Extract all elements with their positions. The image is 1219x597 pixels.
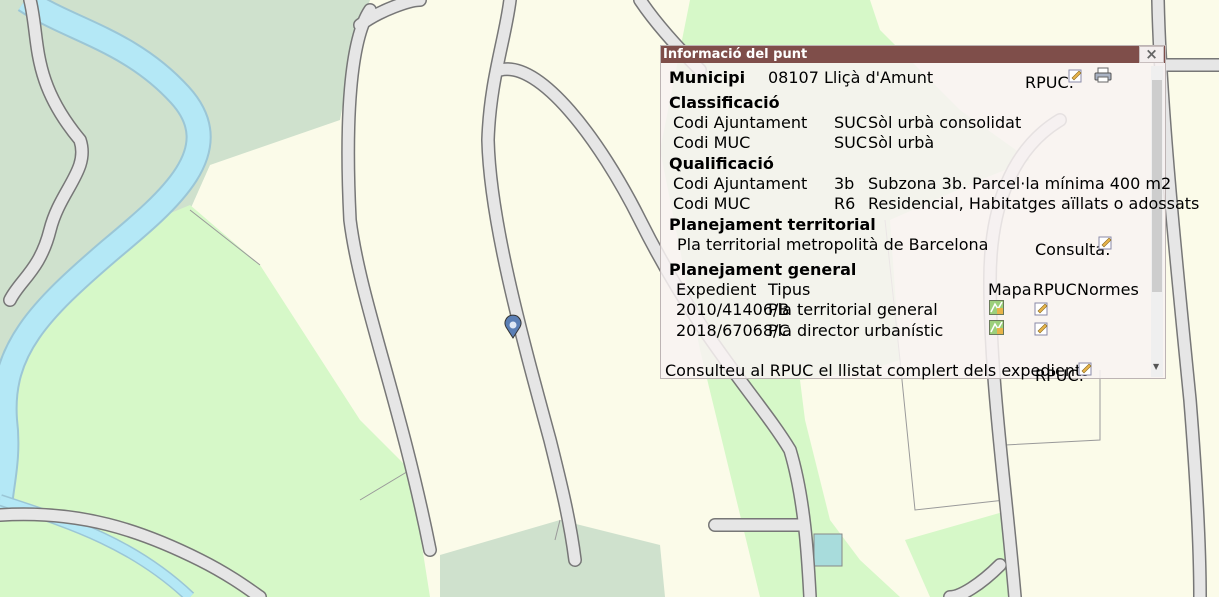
column-header-tipus: Tipus bbox=[768, 280, 811, 299]
municipi-value: 08107 Lliçà d'Amunt bbox=[768, 68, 934, 87]
qualificacio-row-label: Codi MUC bbox=[673, 194, 751, 213]
qualificacio-row-code: R6 bbox=[834, 194, 856, 213]
column-header-normes: Normes bbox=[1077, 280, 1139, 299]
territorial-heading: Planejament territorial bbox=[669, 215, 876, 234]
column-header-expedient: Expedient bbox=[676, 280, 757, 299]
qualificacio-row-label: Codi Ajuntament bbox=[673, 174, 808, 193]
edit-icon[interactable] bbox=[1098, 235, 1113, 250]
edit-icon[interactable] bbox=[1068, 68, 1083, 83]
edit-icon[interactable] bbox=[1034, 301, 1049, 316]
edit-icon[interactable] bbox=[1078, 361, 1093, 376]
qualificacio-row-desc: Subzona 3b. Parcel·la mínima 400 m2 bbox=[868, 174, 1172, 193]
footer-rpuc-label: RPUC: bbox=[1035, 366, 1085, 385]
footer-text: Consulteu al RPUC el llistat complert de… bbox=[665, 361, 1090, 380]
classificacio-row-label: Codi Ajuntament bbox=[673, 113, 808, 132]
tipus-cell: Pla director urbanístic bbox=[768, 321, 944, 340]
classificacio-row-desc: Sòl urbà bbox=[868, 133, 935, 152]
water-pond bbox=[813, 533, 843, 567]
qualificacio-row-code: 3b bbox=[834, 174, 855, 193]
classificacio-row-desc: Sòl urbà consolidat bbox=[868, 113, 1022, 132]
municipi-label: Municipi bbox=[669, 68, 746, 87]
classificacio-row-code: SUC bbox=[834, 113, 868, 132]
qualificacio-row-desc: Residencial, Habitatges aïllats o adossa… bbox=[868, 194, 1200, 213]
rpuc-label: RPUC: bbox=[1025, 73, 1075, 92]
map-icon[interactable] bbox=[989, 300, 1004, 315]
general-heading: Planejament general bbox=[669, 260, 857, 279]
column-header-mapa: Mapa bbox=[988, 280, 1032, 299]
map-icon[interactable] bbox=[989, 320, 1004, 335]
edit-icon[interactable] bbox=[1034, 321, 1049, 336]
print-icon[interactable] bbox=[1094, 67, 1112, 83]
scroll-down-icon[interactable]: ▼ bbox=[1153, 362, 1159, 371]
classificacio-row-label: Codi MUC bbox=[673, 133, 751, 152]
tipus-cell: Pla territorial general bbox=[768, 300, 938, 319]
column-header-rpuc: RPUC bbox=[1033, 280, 1077, 299]
territorial-item: Pla territorial metropolità de Barcelona bbox=[677, 235, 989, 254]
close-icon[interactable]: × bbox=[1139, 46, 1164, 63]
popup-title: Informació del punt bbox=[661, 46, 1165, 63]
qualificacio-heading: Qualificació bbox=[669, 154, 774, 173]
classificacio-row-code: SUC bbox=[834, 133, 868, 152]
classificacio-heading: Classificació bbox=[669, 93, 780, 112]
